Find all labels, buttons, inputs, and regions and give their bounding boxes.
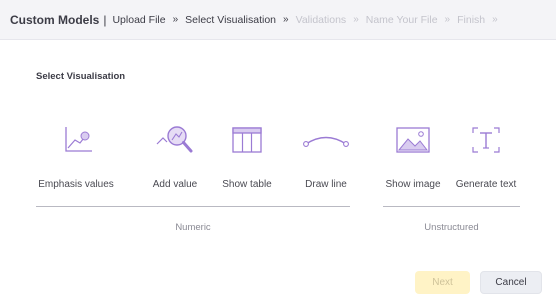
option-emphasis-values[interactable]: Emphasis values — [36, 118, 116, 190]
unstructured-group-divider — [383, 206, 520, 207]
breadcrumb-arrow-icon: » — [444, 14, 451, 25]
next-button[interactable]: Next — [415, 271, 470, 294]
text-cursor-icon — [469, 118, 503, 162]
option-label: Generate text — [455, 179, 517, 190]
image-icon — [393, 118, 433, 162]
option-show-image[interactable]: Show image — [373, 118, 453, 190]
option-label: Show image — [385, 179, 441, 190]
emphasis-chart-icon — [56, 118, 96, 162]
option-generate-text[interactable]: Generate text — [446, 118, 526, 190]
breadcrumb-step-validations: Validations — [295, 13, 347, 26]
option-label: Show table — [222, 179, 272, 190]
option-label: Draw line — [305, 179, 347, 190]
breadcrumb-step-select-visualisation[interactable]: Select Visualisation — [185, 14, 276, 26]
breadcrumb-title: Custom Models — [10, 12, 100, 27]
breadcrumb-step-upload-file[interactable]: Upload File — [112, 14, 165, 26]
group-label-unstructured: Unstructured — [424, 222, 479, 233]
breadcrumb-arrow-icon: » — [283, 14, 289, 25]
cancel-button[interactable]: Cancel — [480, 271, 542, 294]
breadcrumb-step-finish: Finish — [457, 13, 486, 26]
numeric-group-divider — [36, 206, 350, 207]
curve-line-icon — [301, 118, 351, 162]
breadcrumb-arrow-icon: » — [492, 14, 498, 25]
group-label-numeric: Numeric — [175, 222, 211, 233]
magnifier-chart-icon — [153, 118, 197, 162]
breadcrumb: Custom Models | Upload File » Select Vis… — [0, 0, 556, 40]
section-title: Select Visualisation — [36, 71, 126, 82]
option-draw-line[interactable]: Draw line — [286, 118, 366, 190]
table-icon — [230, 118, 264, 162]
breadcrumb-step-name-your-file: Name Your File — [365, 13, 438, 26]
option-label: Add value — [152, 179, 198, 190]
option-add-value[interactable]: Add value — [135, 118, 215, 190]
option-show-table[interactable]: Show table — [207, 118, 287, 190]
option-label: Emphasis values — [38, 179, 114, 190]
breadcrumb-arrow-icon: » — [353, 14, 359, 25]
breadcrumb-separator: | — [103, 12, 107, 27]
breadcrumb-arrow-icon: » — [172, 14, 179, 25]
